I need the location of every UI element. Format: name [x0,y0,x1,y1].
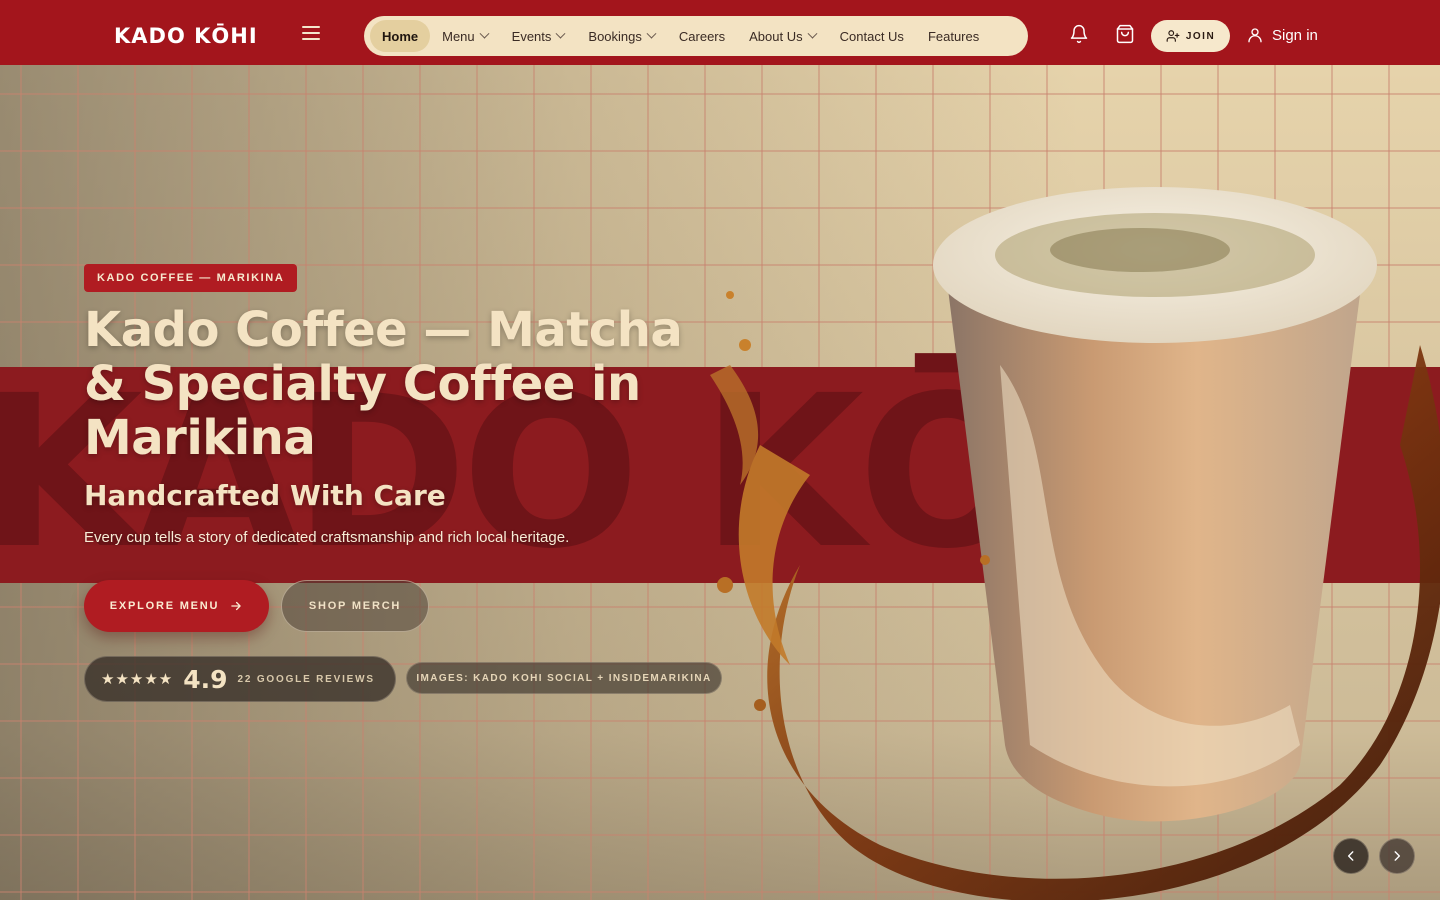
chevron-down-icon [555,28,566,39]
nav-item-features[interactable]: Features [916,20,991,52]
hero-description: Every cup tells a story of dedicated cra… [84,529,570,546]
nav-item-careers[interactable]: Careers [667,20,737,52]
chevron-left-icon [1347,851,1354,861]
iced-coffee-image [710,187,1440,900]
main-nav: Home Menu Events Bookings Careers About … [364,16,1028,56]
hamburger-menu-icon[interactable] [302,26,320,40]
hero-subtitle: Handcrafted With Care [84,479,446,512]
chevron-down-icon [807,28,818,39]
nav-item-about-us[interactable]: About Us [737,20,827,52]
arrow-right-icon [231,601,242,611]
location-badge: KADO COFFEE — MARIKINA [84,264,298,292]
carousel-prev-button[interactable] [1333,838,1369,874]
user-icon [1248,28,1262,43]
nav-item-contact-us[interactable]: Contact Us [828,20,916,52]
image-credit: IMAGES: KADO KOHI SOCIAL + INSIDEMARIKIN… [406,662,722,694]
hero-section: KADO KŌ KADO COFFEE — MARIKINA Kado Coff… [0,65,1440,900]
user-plus-icon [1166,30,1180,42]
star-rating-icon: ★★★★★ [101,670,174,688]
chevron-down-icon [479,28,490,39]
nav-item-events[interactable]: Events [500,20,577,52]
shopping-bag-icon[interactable] [1115,24,1135,44]
shop-merch-button[interactable]: SHOP MERCH [281,580,429,632]
rating-score: 4.9 [183,664,228,694]
join-button[interactable]: JOIN [1151,20,1230,52]
chevron-down-icon [646,28,657,39]
brand-logo[interactable]: KADO KŌHI [114,24,258,48]
nav-item-bookings[interactable]: Bookings [576,20,666,52]
rating-badge[interactable]: ★★★★★ 4.9 22 GOOGLE REVIEWS [84,656,396,702]
chevron-right-icon [1394,851,1401,861]
top-navigation-bar: KADO KŌHI Home Menu Events Bookings Care… [0,0,1440,65]
review-count: 22 GOOGLE REVIEWS [237,673,375,685]
explore-menu-button[interactable]: EXPLORE MENU [84,580,269,632]
nav-item-menu[interactable]: Menu [430,20,500,52]
hero-title: Kado Coffee — Matcha & Specialty Coffee … [84,302,683,466]
carousel-next-button[interactable] [1379,838,1415,874]
nav-item-home[interactable]: Home [370,20,431,52]
sign-in-link[interactable]: Sign in [1246,26,1318,44]
bell-icon[interactable] [1069,24,1089,44]
